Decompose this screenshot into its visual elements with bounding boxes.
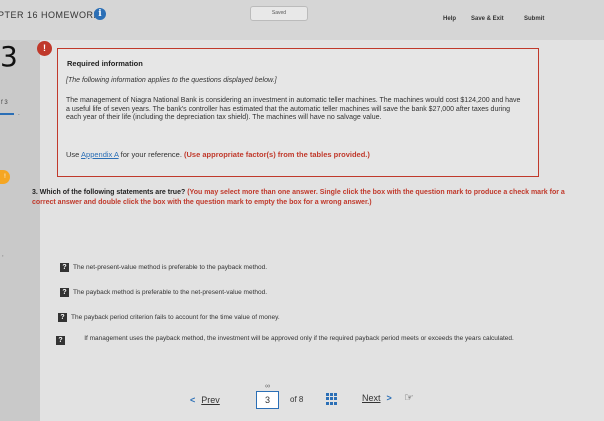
answer-option: ? If management uses the payback method,… [56, 334, 559, 345]
answer-option-text: The payback method is preferable to the … [73, 289, 268, 296]
next-button[interactable]: Next > [362, 393, 392, 403]
appendix-a-link[interactable]: Appendix A [81, 150, 119, 159]
required-info-title: Required information [67, 59, 143, 68]
current-page-box[interactable]: 3 [256, 391, 279, 409]
chevron-right-icon: > [386, 393, 392, 403]
reference-mid: for your reference. [118, 150, 185, 159]
prev-label: Prev [201, 395, 220, 405]
answer-option: ? The payback method is preferable to th… [60, 288, 573, 297]
question-mark-checkbox[interactable]: ? [58, 313, 67, 322]
hand-cursor-icon: ☞ [404, 392, 414, 404]
saved-indicator: Saved [250, 6, 308, 21]
save-exit-button[interactable]: Save & Exit [471, 16, 504, 22]
answer-option-text: The net-present-value method is preferab… [73, 264, 268, 271]
link-icon: ∞ [265, 383, 270, 390]
chevron-left-icon: < [190, 395, 196, 405]
answer-option-text: The payback period criterion fails to ac… [71, 314, 280, 321]
prev-button[interactable]: < Prev [190, 395, 220, 405]
required-info-note: [The following information applies to th… [66, 77, 277, 84]
answer-option: ? The net-present-value method is prefer… [60, 263, 573, 272]
question-number-large: 3 [0, 40, 18, 73]
answer-option: ? The payback period criterion fails to … [58, 313, 571, 322]
assignment-title: PTER 16 HOMEWORK [0, 10, 101, 20]
answer-option-text: If management uses the payback method, t… [84, 335, 514, 342]
grid-icon[interactable] [326, 393, 338, 405]
alert-icon: ! [37, 41, 52, 56]
sidebar-part-label: f 3 [1, 100, 8, 106]
reference-line: Use Appendix A for your reference. (Use … [66, 150, 370, 159]
next-label: Next [362, 393, 381, 403]
question-number: 3. [32, 189, 38, 196]
reference-prefix: Use [66, 150, 82, 159]
question-mark-checkbox[interactable]: ? [60, 263, 69, 272]
question-sidebar [0, 40, 40, 421]
question-mark-checkbox[interactable]: ? [60, 288, 69, 297]
required-info-body: The management of Niagra National Bank i… [66, 97, 521, 122]
page-total: of 8 [290, 395, 304, 404]
question-text: Which of the following statements are tr… [39, 189, 186, 196]
help-button[interactable]: Help [443, 16, 456, 22]
sidebar-marker: - [18, 112, 20, 118]
submit-button[interactable]: Submit [524, 16, 544, 22]
sidebar-progress-indicator [0, 113, 14, 115]
reference-instruction: (Use appropriate factor(s) from the tabl… [184, 150, 370, 159]
question-prompt: 3. Which of the following statements are… [32, 188, 572, 207]
info-icon[interactable]: i [94, 8, 106, 20]
sidebar-mark: , [2, 252, 4, 258]
